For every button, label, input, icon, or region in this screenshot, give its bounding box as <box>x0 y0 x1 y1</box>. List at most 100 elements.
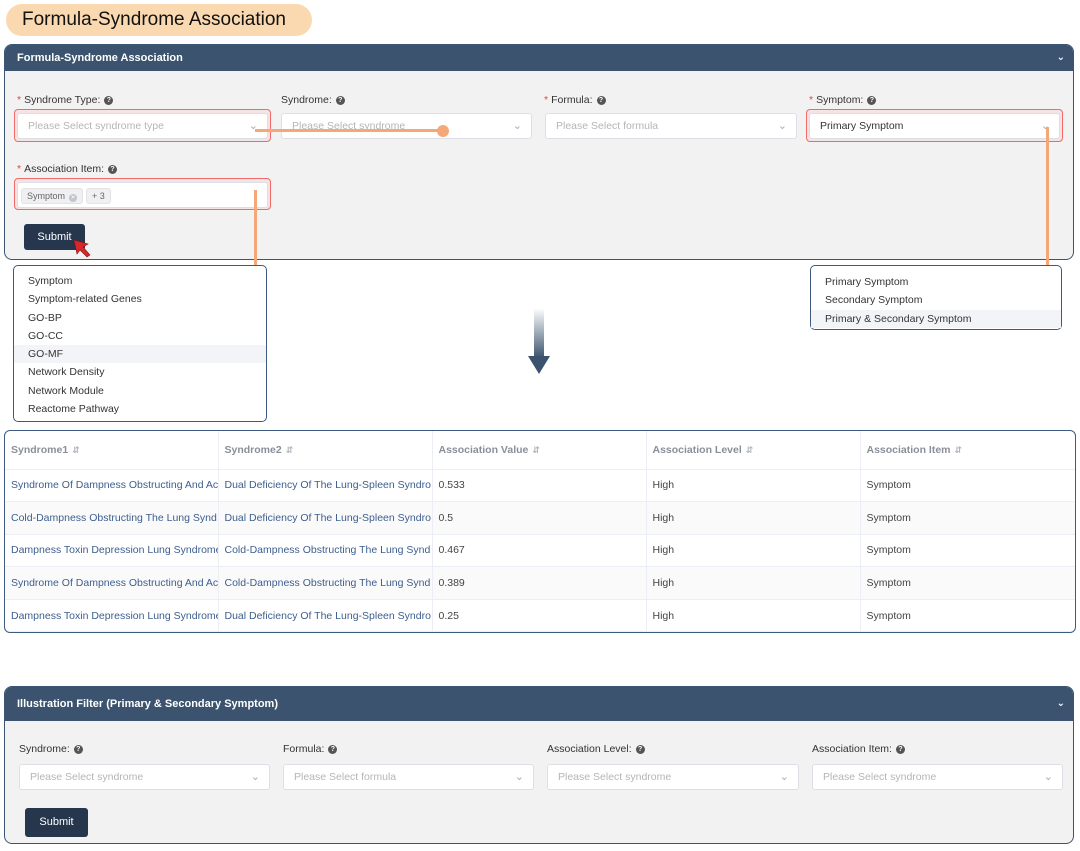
table-row: Syndrome Of Dampness Obstructing And Ac … <box>5 566 1075 600</box>
dropdown-option[interactable]: Reactome Pathway <box>14 400 266 418</box>
syndrome1-link[interactable]: Syndrome Of Dampness Obstructing And Ac <box>5 566 219 600</box>
column-header-association-value[interactable]: Association Value ⇵ <box>432 431 647 470</box>
help-icon[interactable]: ? <box>108 165 118 174</box>
column-header-syndrome2[interactable]: Syndrome2 ⇵ <box>218 431 433 470</box>
association-value-cell: 0.467 <box>432 534 647 568</box>
panel-header[interactable]: Illustration Filter (Primary & Secondary… <box>5 687 1073 721</box>
required-mark: * <box>17 94 22 106</box>
chevron-down-icon[interactable]: ⌄ <box>1057 687 1065 721</box>
connector-dot <box>437 125 449 137</box>
syndrome1-link[interactable]: Dampness Toxin Depression Lung Syndrome <box>5 599 219 632</box>
filter-syndrome-placeholder: Please Select syndrome <box>30 771 144 783</box>
help-icon[interactable]: ? <box>104 96 114 105</box>
close-icon[interactable]: ✕ <box>69 194 78 202</box>
association-level-cell: High <box>646 599 861 632</box>
column-label: Syndrome2 <box>224 443 282 456</box>
more-tags-chip: + 3 <box>86 188 111 204</box>
filter-syndrome-label: Syndrome:? <box>19 743 83 755</box>
syndrome-label-text: Syndrome: <box>281 94 332 106</box>
filter-formula-select[interactable]: Please Select formula ⌄ <box>283 764 534 790</box>
syndrome2-link[interactable]: Dual Deficiency Of The Lung-Spleen Syndr… <box>218 599 433 632</box>
sort-icon[interactable]: ⇵ <box>532 445 540 455</box>
help-icon[interactable]: ? <box>635 745 645 754</box>
column-header-association-item[interactable]: Association Item ⇵ <box>860 431 1075 470</box>
formula-label: * Formula:? <box>544 94 606 106</box>
dropdown-option[interactable]: Primary & Secondary Symptom <box>811 309 1061 328</box>
help-icon[interactable]: ? <box>596 96 606 105</box>
column-label: Association Value <box>438 443 529 456</box>
symptom-select[interactable]: Primary Symptom ⌄ <box>809 113 1060 139</box>
dropdown-option[interactable]: GO-BP <box>14 309 266 327</box>
symptom-label-text: Symptom: <box>816 94 864 106</box>
dropdown-option[interactable]: Network Module <box>14 382 266 400</box>
sort-icon[interactable]: ⇵ <box>746 445 754 455</box>
symptom-dropdown: Primary Symptom Secondary Symptom Primar… <box>810 265 1062 330</box>
help-icon[interactable]: ? <box>335 96 345 105</box>
sort-icon[interactable]: ⇵ <box>955 445 963 455</box>
syndrome1-link[interactable]: Cold-Dampness Obstructing The Lung Synd <box>5 501 219 535</box>
help-icon[interactable]: ? <box>73 745 83 754</box>
required-mark: * <box>809 94 814 106</box>
dropdown-option[interactable]: Network Density <box>14 363 266 381</box>
formula-select[interactable]: Please Select formula ⌄ <box>545 113 797 139</box>
help-icon[interactable]: ? <box>867 96 877 105</box>
syndrome1-link[interactable]: Dampness Toxin Depression Lung Syndrome <box>5 534 219 568</box>
dropdown-option[interactable]: GO-CC <box>14 327 266 345</box>
association-item-cell: Symptom <box>860 469 1075 503</box>
syndrome1-link[interactable]: Syndrome Of Dampness Obstructing And Ac <box>5 469 219 503</box>
syndrome-select[interactable]: Please Select syndrome ⌄ <box>281 113 532 139</box>
required-mark: * <box>544 94 549 106</box>
association-level-cell: High <box>646 469 861 503</box>
chevron-down-icon: ⌄ <box>250 771 260 783</box>
filter-association-level-label-text: Association Level: <box>547 743 632 755</box>
filter-formula-label-text: Formula: <box>283 743 325 755</box>
tag-label: Symptom <box>27 191 66 201</box>
help-icon[interactable]: ? <box>895 745 905 754</box>
syndrome2-link[interactable]: Dual Deficiency Of The Lung-Spleen Syndr… <box>218 501 433 535</box>
association-item-label: * Association Item:? <box>17 163 118 175</box>
connector-line <box>1046 127 1049 279</box>
table-row: Dampness Toxin Depression Lung Syndrome … <box>5 599 1075 632</box>
association-level-cell: High <box>646 566 861 600</box>
filter-submit-button[interactable]: Submit <box>25 808 88 837</box>
sort-icon[interactable]: ⇵ <box>286 445 294 455</box>
syndrome-type-select[interactable]: Please Select syndrome type ⌄ <box>17 113 268 139</box>
chevron-down-icon[interactable]: ⌄ <box>1057 45 1065 71</box>
formula-placeholder: Please Select formula <box>556 120 659 132</box>
results-table: Syndrome1 ⇵ Syndrome2 ⇵ Association Value ⇵… <box>4 430 1076 633</box>
association-level-cell: High <box>646 534 861 568</box>
filter-association-item-placeholder: Please Select syndrome <box>823 771 937 783</box>
syndrome-label: Syndrome:? <box>281 94 345 106</box>
sort-icon[interactable]: ⇵ <box>72 445 80 455</box>
association-panel: Formula-Syndrome Association ⌄ * Syndrome… <box>4 44 1074 260</box>
dropdown-option[interactable]: GO-MF <box>14 345 266 364</box>
cursor-icon <box>73 239 91 258</box>
chevron-down-icon: ⌄ <box>248 120 258 132</box>
dropdown-option[interactable]: Symptom-related Genes <box>14 290 266 308</box>
syndrome2-link[interactable]: Dual Deficiency Of The Lung-Spleen Syndr… <box>218 469 433 503</box>
filter-association-item-select[interactable]: Please Select syndrome ⌄ <box>812 764 1063 790</box>
tag-chip[interactable]: Symptom ✕ <box>21 188 84 204</box>
filter-syndrome-select[interactable]: Please Select syndrome ⌄ <box>19 764 270 790</box>
filter-association-item-label: Association Item:? <box>812 743 905 755</box>
syndrome-type-placeholder: Please Select syndrome type <box>28 120 164 132</box>
illustration-filter-panel: Illustration Filter (Primary & Secondary… <box>4 686 1074 844</box>
chevron-down-icon: ⌄ <box>777 120 787 132</box>
dropdown-option[interactable]: Secondary Symptom <box>811 291 1061 309</box>
filter-formula-placeholder: Please Select formula <box>294 771 397 783</box>
syndrome2-link[interactable]: Cold-Dampness Obstructing The Lung Synd <box>218 566 433 600</box>
column-header-association-level[interactable]: Association Level ⇵ <box>646 431 861 470</box>
dropdown-option[interactable]: Symptom <box>14 272 266 290</box>
tag-count: + 3 <box>92 191 105 201</box>
chevron-down-icon: ⌄ <box>779 771 789 783</box>
table-row: Syndrome Of Dampness Obstructing And Ac … <box>5 469 1075 503</box>
filter-association-level-select[interactable]: Please Select syndrome ⌄ <box>547 764 799 790</box>
panel-header[interactable]: Formula-Syndrome Association ⌄ <box>5 45 1073 71</box>
help-icon[interactable]: ? <box>328 745 338 754</box>
dropdown-option[interactable]: Primary Symptom <box>811 273 1061 291</box>
syndrome2-link[interactable]: Cold-Dampness Obstructing The Lung Synd <box>218 534 433 568</box>
column-header-syndrome1[interactable]: Syndrome1 ⇵ <box>5 431 219 470</box>
page-title: Formula-Syndrome Association <box>6 4 312 36</box>
required-mark: * <box>17 163 22 175</box>
symptom-value: Primary Symptom <box>820 120 904 132</box>
